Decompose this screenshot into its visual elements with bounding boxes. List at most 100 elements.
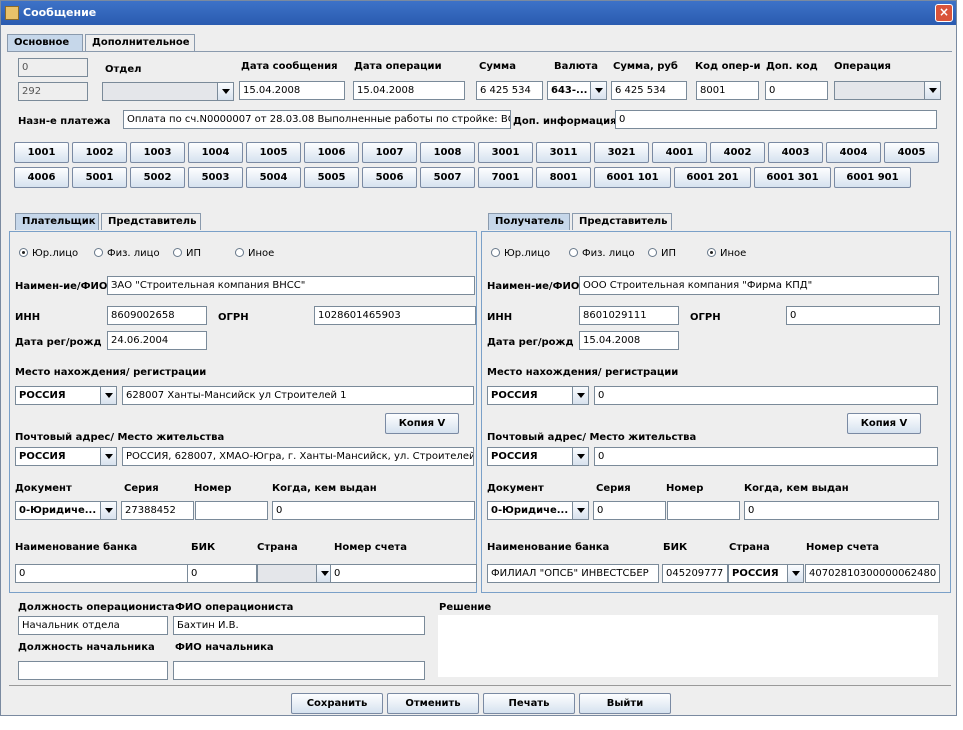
code-button[interactable]: 6001 201 bbox=[674, 167, 751, 188]
op-position-field[interactable]: Начальник отдела bbox=[18, 616, 168, 635]
chevron-down-icon[interactable] bbox=[100, 448, 116, 465]
sum-rub-field[interactable]: 6 425 534 bbox=[611, 81, 687, 100]
code-button[interactable]: 3011 bbox=[536, 142, 591, 163]
code-button[interactable]: 1002 bbox=[72, 142, 127, 163]
chief-position-field[interactable] bbox=[18, 661, 168, 680]
sum-field[interactable]: 6 425 534 bbox=[476, 81, 543, 100]
purpose-field[interactable]: Оплата по сч.N0000007 от 28.03.08 Выполн… bbox=[123, 110, 511, 129]
close-button[interactable]: × bbox=[935, 4, 953, 22]
name-field[interactable]: ЗАО "Строительная компания ВНСС" bbox=[107, 276, 475, 295]
code-button[interactable]: 5001 bbox=[72, 167, 127, 188]
bank-field[interactable]: ФИЛИАЛ "ОПСБ" ИНВЕСТСБЕР bbox=[487, 564, 659, 583]
issued-field[interactable]: 0 bbox=[744, 501, 939, 520]
chevron-down-icon[interactable] bbox=[590, 82, 606, 99]
otdel-combo[interactable] bbox=[102, 82, 234, 101]
code-button[interactable]: 4003 bbox=[768, 142, 823, 163]
decision-area[interactable] bbox=[438, 615, 938, 677]
postal-country-combo[interactable]: РОССИЯ bbox=[15, 447, 117, 466]
chevron-down-icon[interactable] bbox=[924, 82, 940, 99]
code-button[interactable]: 4002 bbox=[710, 142, 765, 163]
postal-address-field[interactable]: 0 bbox=[594, 447, 938, 466]
chevron-down-icon[interactable] bbox=[572, 448, 588, 465]
tab-payer[interactable]: Плательщик bbox=[15, 213, 99, 230]
tab-payee[interactable]: Получатель bbox=[488, 213, 570, 230]
party-type-radio[interactable]: Физ. лицо bbox=[94, 248, 160, 259]
party-type-radio[interactable]: ИП bbox=[648, 248, 676, 259]
code-button[interactable]: 5007 bbox=[420, 167, 475, 188]
location-country-combo[interactable]: РОССИЯ bbox=[487, 386, 589, 405]
ogrn-field[interactable]: 0 bbox=[786, 306, 940, 325]
op-date-field[interactable]: 15.04.2008 bbox=[353, 81, 465, 100]
bank-field[interactable]: 0 bbox=[15, 564, 190, 583]
copy-button[interactable]: Копия V bbox=[385, 413, 459, 434]
chevron-down-icon[interactable] bbox=[100, 387, 116, 404]
code-button[interactable]: 3021 bbox=[594, 142, 649, 163]
op-name-field[interactable]: Бахтин И.В. bbox=[173, 616, 425, 635]
code-button[interactable]: 1008 bbox=[420, 142, 475, 163]
postal-address-field[interactable]: РОССИЯ, 628007, ХМАО-Югра, г. Ханты-Манс… bbox=[122, 447, 474, 466]
account-field[interactable]: 0 bbox=[330, 564, 477, 583]
operation-combo[interactable] bbox=[834, 81, 941, 100]
msg-date-field[interactable]: 15.04.2008 bbox=[239, 81, 345, 100]
number-field[interactable] bbox=[195, 501, 268, 520]
tab-additional[interactable]: Дополнительное bbox=[85, 34, 195, 51]
bik-field[interactable]: 045209777 bbox=[662, 564, 728, 583]
account-field[interactable]: 40702810300000062480 bbox=[805, 564, 940, 583]
chevron-down-icon[interactable] bbox=[787, 565, 803, 582]
code-button[interactable]: 1001 bbox=[14, 142, 69, 163]
op-code-field[interactable]: 8001 bbox=[696, 81, 759, 100]
chevron-down-icon[interactable] bbox=[100, 502, 116, 519]
doc-type-combo[interactable]: 0-Юридиче... bbox=[15, 501, 117, 520]
chevron-down-icon[interactable] bbox=[572, 502, 588, 519]
party-type-radio[interactable]: Физ. лицо bbox=[569, 248, 635, 259]
code-button[interactable]: 4004 bbox=[826, 142, 881, 163]
addinfo-field[interactable]: 0 bbox=[615, 110, 937, 129]
print-button[interactable]: Печать bbox=[483, 693, 575, 714]
series-field[interactable]: 27388452 bbox=[121, 501, 194, 520]
party-type-radio[interactable]: ИП bbox=[173, 248, 201, 259]
code-button[interactable]: 4005 bbox=[884, 142, 939, 163]
postal-country-combo[interactable]: РОССИЯ bbox=[487, 447, 589, 466]
tab-payee-representative[interactable]: Представитель bbox=[572, 213, 672, 230]
party-type-radio[interactable]: Юр.лицо bbox=[491, 248, 550, 259]
currency-combo[interactable]: 643-... bbox=[547, 81, 607, 100]
chevron-down-icon[interactable] bbox=[217, 83, 233, 100]
cancel-button[interactable]: Отменить bbox=[387, 693, 479, 714]
copy-button[interactable]: Копия V bbox=[847, 413, 921, 434]
series-field[interactable]: 0 bbox=[593, 501, 666, 520]
code-button[interactable]: 5004 bbox=[246, 167, 301, 188]
title-bar[interactable]: Сообщение × bbox=[1, 1, 956, 25]
code-button[interactable]: 1003 bbox=[130, 142, 185, 163]
tab-main[interactable]: Основное bbox=[7, 34, 83, 51]
exit-button[interactable]: Выйти bbox=[579, 693, 671, 714]
save-button[interactable]: Сохранить bbox=[291, 693, 383, 714]
party-type-radio[interactable]: Иное bbox=[235, 248, 274, 259]
party-type-radio[interactable]: Иное bbox=[707, 248, 746, 259]
code-button[interactable]: 5005 bbox=[304, 167, 359, 188]
chevron-down-icon[interactable] bbox=[572, 387, 588, 404]
party-type-radio[interactable]: Юр.лицо bbox=[19, 248, 78, 259]
code-button[interactable]: 5006 bbox=[362, 167, 417, 188]
number-field[interactable] bbox=[667, 501, 740, 520]
location-address-field[interactable]: 0 bbox=[594, 386, 938, 405]
inn-field[interactable]: 8601029111 bbox=[579, 306, 679, 325]
location-address-field[interactable]: 628007 Ханты-Мансийск ул Строителей 1 bbox=[122, 386, 474, 405]
code-button[interactable]: 3001 bbox=[478, 142, 533, 163]
issued-field[interactable]: 0 bbox=[272, 501, 475, 520]
code-button[interactable]: 8001 bbox=[536, 167, 591, 188]
code-button[interactable]: 1007 bbox=[362, 142, 417, 163]
inn-field[interactable]: 8609002658 bbox=[107, 306, 207, 325]
code-button[interactable]: 6001 301 bbox=[754, 167, 831, 188]
code-button[interactable]: 1006 bbox=[304, 142, 359, 163]
add-code-field[interactable]: 0 bbox=[765, 81, 828, 100]
code-button[interactable]: 5002 bbox=[130, 167, 185, 188]
code-button[interactable]: 6001 101 bbox=[594, 167, 671, 188]
code-button[interactable]: 4006 bbox=[14, 167, 69, 188]
code-button[interactable]: 1004 bbox=[188, 142, 243, 163]
tab-payer-representative[interactable]: Представитель bbox=[101, 213, 201, 230]
chief-name-field[interactable] bbox=[173, 661, 425, 680]
reg-date-field[interactable]: 15.04.2008 bbox=[579, 331, 679, 350]
code-button[interactable]: 4001 bbox=[652, 142, 707, 163]
country-combo[interactable] bbox=[257, 564, 333, 583]
reg-date-field[interactable]: 24.06.2004 bbox=[107, 331, 207, 350]
